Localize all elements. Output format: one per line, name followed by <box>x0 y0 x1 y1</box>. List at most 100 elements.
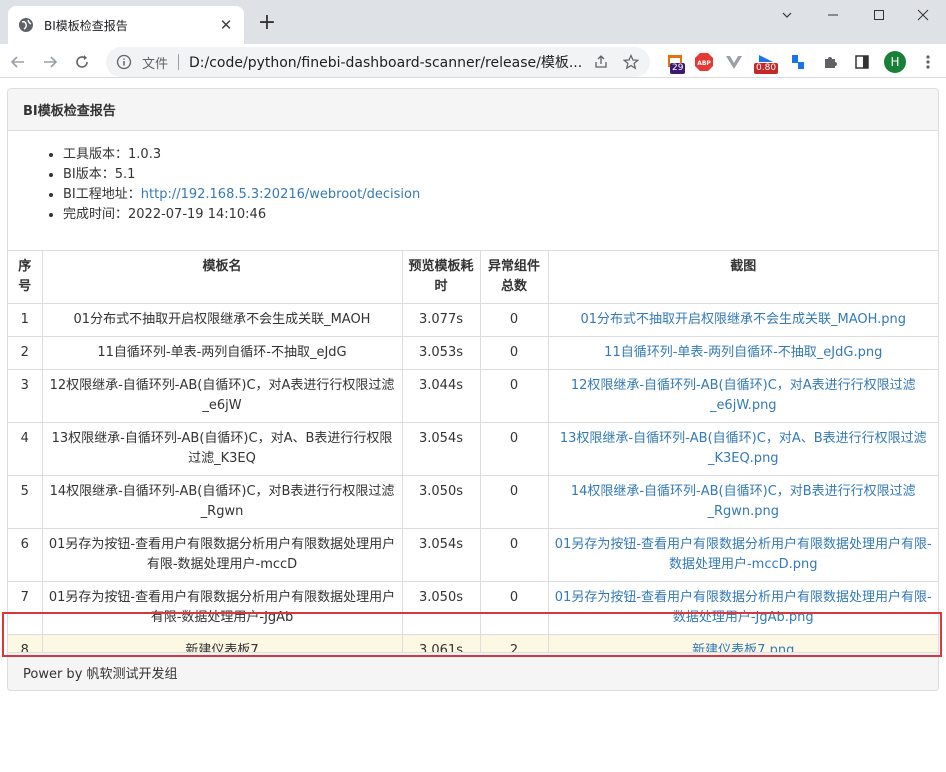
side-panel-icon[interactable] <box>850 50 874 74</box>
forward-arrow-icon[interactable] <box>38 50 62 74</box>
vue-devtools-icon[interactable] <box>722 50 746 74</box>
new-tab-button[interactable]: + <box>256 12 278 34</box>
screenshot-link[interactable]: 11自循环列-单表-两列自循环-不抽取_eJdG.png <box>604 345 882 360</box>
table-row: 4 13权限继承-自循环列-AB(自循环)C，对A、B表进行行权限过滤_K3EQ 3… <box>8 422 938 476</box>
info-icon[interactable] <box>114 52 134 72</box>
puzzle-icon[interactable] <box>818 50 842 74</box>
column-header-index: 序号 <box>8 250 43 304</box>
row-template-name-cell: 11自循环列-单表-两列自循环-不抽取_eJdG <box>41 336 403 370</box>
row-index-cell: 4 <box>8 422 43 476</box>
table-row: 3 12权限继承-自循环列-AB(自循环)C，对A表进行行权限过滤_e6jW 3.0… <box>8 369 938 423</box>
row-template-name-cell: 12权限继承-自循环列-AB(自循环)C，对A表进行行权限过滤_e6jW <box>41 369 403 423</box>
report-table: 序号 模板名 预览模板耗时 异常组件总数 截图 1 01分布式不抽取开启权限继承不… <box>8 250 938 668</box>
maximize-button[interactable] <box>856 0 902 30</box>
row-preview-time-cell: 3.054s <box>401 528 481 582</box>
row-error-count-cell: 0 <box>479 336 549 370</box>
row-preview-time-cell: 3.054s <box>401 422 481 476</box>
screenshot-link[interactable]: 01分布式不抽取开启权限继承不会生成关联_MAOH.png <box>580 312 906 327</box>
table-row: 1 01分布式不抽取开启权限继承不会生成关联_MAOH 3.077s 0 01分布式不抽… <box>8 303 938 337</box>
more-menu-icon[interactable] <box>918 51 938 73</box>
table-row: 6 01另存为按钮-查看用户有限数据分析用户有限数据处理用户有限-数据处理用户-m… <box>8 528 938 582</box>
info-value: 1.0.3 <box>128 147 162 162</box>
tab-strip: BI模板检查报告 ✕ + <box>0 0 946 44</box>
table-header-row: 序号 模板名 预览模板耗时 异常组件总数 截图 <box>8 250 938 304</box>
window-close-button[interactable] <box>900 0 946 30</box>
info-label: BI版本： <box>63 167 115 182</box>
screenshot-link[interactable]: 12权限继承-自循环列-AB(自循环)C，对A表进行行权限过滤_e6jW.png <box>571 378 916 413</box>
avatar[interactable]: H <box>884 51 906 73</box>
calendar-badge: 29 <box>670 63 686 74</box>
table-row: 2 11自循环列-单表-两列自循环-不抽取_eJdG 3.053s 0 11自循环列-单… <box>8 336 938 370</box>
browser-toolbar: 文件 D:/code/python/finebi-dashboard-scann… <box>0 44 946 78</box>
row-index-cell: 1 <box>8 303 43 337</box>
row-error-count-cell: 0 <box>479 369 549 423</box>
info-label: 完成时间： <box>63 207 129 222</box>
info-finish-time: 完成时间：2022-07-19 14:10:46 <box>63 205 923 225</box>
row-preview-time-cell: 3.053s <box>401 336 481 370</box>
row-screenshot-cell: 01另存为按钮-查看用户有限数据分析用户有限数据处理用户有限-数据处理用户-Jg… <box>547 581 938 635</box>
minimize-button[interactable] <box>810 0 856 30</box>
back-arrow-icon[interactable] <box>6 50 30 74</box>
star-icon[interactable] <box>620 51 642 73</box>
report-panel: BI模板检查报告 工具版本：1.0.3 BI版本：5.1 BI工程地址：http… <box>7 88 939 691</box>
report-footer: Power by 帆软测试开发组 <box>8 652 938 690</box>
info-bi-version: BI版本：5.1 <box>63 165 923 185</box>
screenshot-link[interactable]: 14权限继承-自循环列-AB(自循环)C，对B表进行行权限过滤_Rgwn.png <box>571 484 916 519</box>
screenshot-link[interactable]: 01另存为按钮-查看用户有限数据分析用户有限数据处理用户有限-数据处理用户-Jg… <box>555 590 932 625</box>
row-error-count-cell: 0 <box>479 475 549 529</box>
svg-text:ABP: ABP <box>697 60 711 67</box>
close-icon[interactable]: ✕ <box>218 16 234 34</box>
metrics-extension-icon[interactable]: 0.80 <box>754 50 779 74</box>
row-template-name-cell: 01另存为按钮-查看用户有限数据分析用户有限数据处理用户有限-数据处理用户-Jg… <box>41 581 403 635</box>
row-error-count-cell: 0 <box>479 581 549 635</box>
tool-extension-icon[interactable] <box>786 50 810 74</box>
page-title: BI模板检查报告 <box>8 89 938 131</box>
info-label: BI工程地址： <box>63 187 141 202</box>
bi-address-link[interactable]: http://192.168.5.3:20216/webroot/decisio… <box>141 187 420 202</box>
chevron-down-icon[interactable] <box>764 0 810 30</box>
row-error-count-cell: 0 <box>479 303 549 337</box>
file-scheme-label: 文件 <box>142 56 169 72</box>
row-screenshot-cell: 12权限继承-自循环列-AB(自循环)C，对A表进行行权限过滤_e6jW.png <box>547 369 938 423</box>
row-preview-time-cell: 3.044s <box>401 369 481 423</box>
info-value: 5.1 <box>114 167 136 182</box>
row-template-name-cell: 13权限继承-自循环列-AB(自循环)C，对A、B表进行行权限过滤_K3EQ <box>41 422 403 476</box>
omnibox-separator <box>178 54 180 70</box>
row-index-cell: 3 <box>8 369 43 423</box>
info-label: 工具版本： <box>63 147 129 162</box>
row-error-count-cell: 0 <box>479 528 549 582</box>
row-screenshot-cell: 01分布式不抽取开启权限继承不会生成关联_MAOH.png <box>547 303 938 337</box>
info-tool-version: 工具版本：1.0.3 <box>63 145 923 165</box>
address-bar[interactable]: 文件 D:/code/python/finebi-dashboard-scann… <box>106 47 650 77</box>
row-preview-time-cell: 3.077s <box>401 303 481 337</box>
row-preview-time-cell: 3.050s <box>401 475 481 529</box>
reload-icon[interactable] <box>70 50 94 74</box>
browser-tab[interactable]: BI模板检查报告 ✕ <box>8 6 244 44</box>
row-template-name-cell: 01另存为按钮-查看用户有限数据分析用户有限数据处理用户有限-数据处理用户-mc… <box>41 528 403 582</box>
share-icon[interactable] <box>590 51 612 73</box>
info-list: 工具版本：1.0.3 BI版本：5.1 BI工程地址：http://192.16… <box>23 145 923 225</box>
row-screenshot-cell: 13权限继承-自循环列-AB(自循环)C，对A、B表进行行权限过滤_K3EQ.p… <box>547 422 938 476</box>
row-template-name-cell: 01分布式不抽取开启权限继承不会生成关联_MAOH <box>41 303 403 337</box>
calendar-extension-icon[interactable]: 29 <box>664 50 688 74</box>
info-value: 2022-07-19 14:10:46 <box>128 207 267 222</box>
row-index-cell: 5 <box>8 475 43 529</box>
column-header-template-name: 模板名 <box>41 250 403 304</box>
column-header-screenshot: 截图 <box>547 250 938 304</box>
globe-icon <box>18 17 34 33</box>
screenshot-link[interactable]: 01另存为按钮-查看用户有限数据分析用户有限数据处理用户有限-数据处理用户-mc… <box>555 537 932 572</box>
row-screenshot-cell: 14权限继承-自循环列-AB(自循环)C，对B表进行行权限过滤_Rgwn.png <box>547 475 938 529</box>
url-text[interactable]: D:/code/python/finebi-dashboard-scanner/… <box>189 52 582 72</box>
adblock-icon[interactable]: ABP <box>692 50 716 74</box>
row-preview-time-cell: 3.050s <box>401 581 481 635</box>
row-screenshot-cell: 11自循环列-单表-两列自循环-不抽取_eJdG.png <box>547 336 938 370</box>
metrics-badge: 0.80 <box>754 63 779 74</box>
table-row: 5 14权限继承-自循环列-AB(自循环)C，对B表进行行权限过滤_Rgwn 3.0… <box>8 475 938 529</box>
tab-title: BI模板检查报告 <box>44 18 128 33</box>
column-header-error-count: 异常组件总数 <box>479 250 549 304</box>
column-header-preview-time: 预览模板耗时 <box>401 250 481 304</box>
row-screenshot-cell: 01另存为按钮-查看用户有限数据分析用户有限数据处理用户有限-数据处理用户-mc… <box>547 528 938 582</box>
screenshot-link[interactable]: 13权限继承-自循环列-AB(自循环)C，对A、B表进行行权限过滤_K3EQ.p… <box>560 431 927 466</box>
row-error-count-cell: 0 <box>479 422 549 476</box>
info-bi-address: BI工程地址：http://192.168.5.3:20216/webroot/… <box>63 185 923 205</box>
